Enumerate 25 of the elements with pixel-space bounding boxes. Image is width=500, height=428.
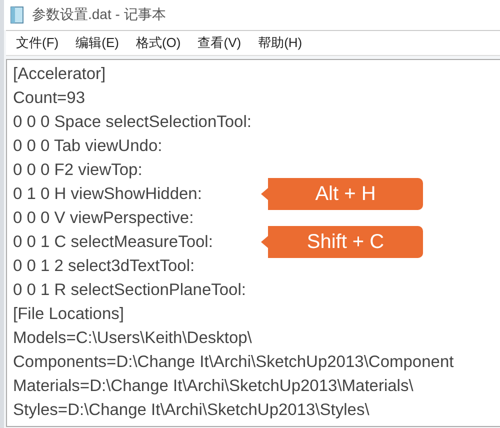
menu-item[interactable]: 格式(O)	[136, 34, 181, 52]
text-line: [File Locations]	[13, 305, 124, 323]
notepad-icon	[10, 6, 24, 24]
text-line: 0 1 0 H viewShowHidden:	[13, 185, 202, 203]
text-line: Components=D:\Change It\Archi\SketchUp2013\Component	[13, 353, 454, 371]
menu-item[interactable]: 编辑(E)	[76, 34, 119, 52]
text-line: 0 0 1 2 select3dTextTool:	[13, 257, 195, 275]
text-line: 0 0 1 R selectSectionPlaneTool:	[13, 281, 246, 299]
text-line: Styles=D:\Change It\Archi\SketchUp2013\Styles\	[13, 401, 370, 419]
text-line: Count=93	[13, 89, 86, 107]
callout: Shift + C	[261, 226, 423, 258]
menu-item[interactable]: 查看(V)	[198, 34, 242, 52]
text-area[interactable]	[6, 59, 500, 427]
text-line: 0 0 1 C selectMeasureTool:	[13, 233, 213, 251]
text-line: 0 0 0 V viewPerspective:	[13, 209, 194, 227]
text-line: Models=C:\Users\Keith\Desktop\	[13, 329, 252, 347]
text-line: Materials=D:\Change It\Archi\SketchUp2013\Materials\	[13, 377, 414, 395]
menu-item[interactable]: 帮助(H)	[258, 34, 302, 52]
menu-item[interactable]: 文件(F)	[16, 34, 59, 52]
window-title: 参数设置.dat - 记事本	[32, 6, 166, 24]
text-line: 0 0 0 F2 viewTop:	[13, 161, 142, 179]
text-line: 0 0 0 Tab viewUndo:	[13, 137, 162, 155]
text-line: [Accelerator]	[13, 65, 106, 83]
text-line: 0 0 0 Space selectSelectionTool:	[13, 113, 252, 131]
callout: Alt + H	[261, 178, 423, 210]
